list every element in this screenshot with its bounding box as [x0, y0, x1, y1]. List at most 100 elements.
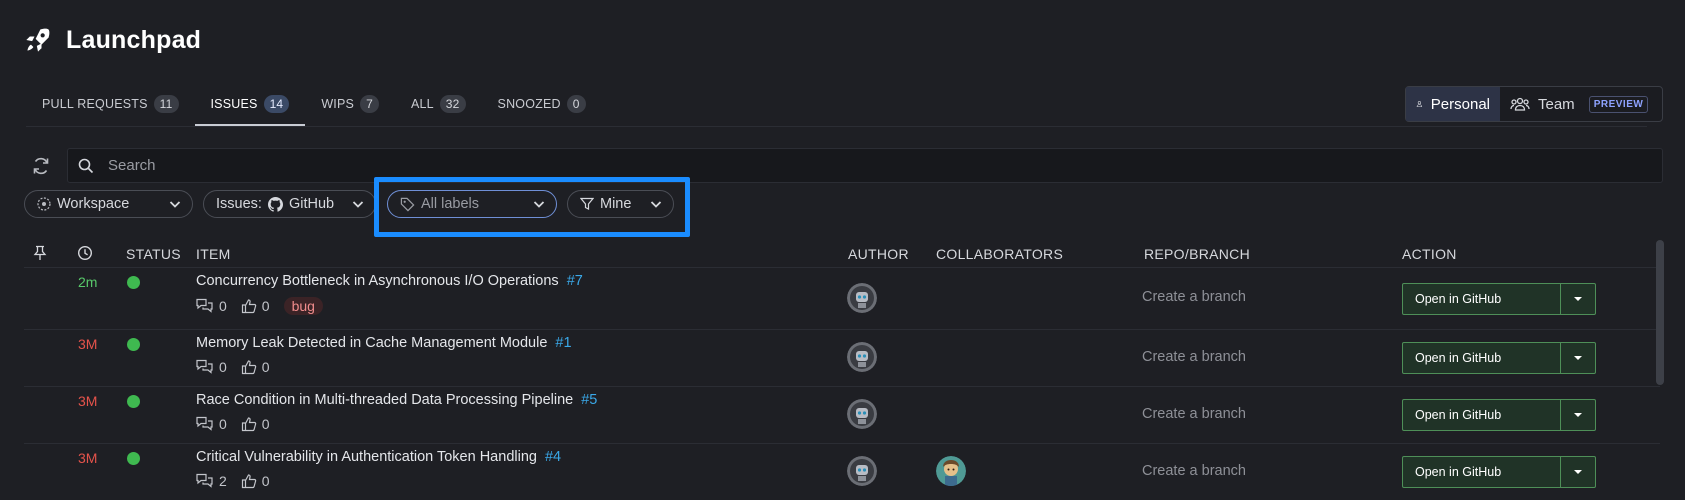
tab-count: 14 [263, 95, 290, 113]
item-age: 2m [78, 274, 98, 290]
col-repo-branch[interactable]: REPO/BRANCH [1144, 244, 1250, 264]
issues-label: Issues: [216, 196, 262, 212]
status-open-indicator [127, 452, 140, 465]
workspace-filter[interactable]: Workspace [24, 190, 193, 218]
tab-count: 0 [566, 95, 586, 113]
issues-source-label: GitHub [288, 196, 335, 212]
col-collaborators[interactable]: COLLABORATORS [936, 244, 1063, 264]
item-title-link[interactable]: Critical Vulnerability in Authentication… [196, 449, 561, 465]
tab-bar: PULL REQUESTS 11 ISSUES 14 WIPS 7 ALL 32… [26, 82, 602, 126]
item-number[interactable]: #5 [581, 392, 597, 408]
scope-switcher: Personal Team PREVIEW [1405, 86, 1663, 122]
item-title-link[interactable]: Race Condition in Multi-threaded Data Pr… [196, 392, 597, 408]
tab-label: SNOOZED [497, 97, 561, 111]
item-age: 3M [78, 393, 98, 409]
open-in-github-split-button: Open in GitHub [1402, 342, 1596, 374]
personal-label: Personal [1430, 95, 1490, 113]
item-meta: 0 0 [196, 359, 280, 375]
chevron-down-icon [650, 201, 662, 208]
item-age: 3M [78, 336, 98, 352]
tab-issues[interactable]: ISSUES 14 [194, 82, 306, 126]
preview-badge: PREVIEW [1588, 95, 1649, 113]
tabs-divider [26, 126, 1647, 127]
col-author[interactable]: AUTHOR [848, 244, 909, 264]
create-branch-link[interactable]: Create a branch [1142, 289, 1246, 305]
reaction-count: 0 [261, 359, 270, 375]
comments-icon [196, 298, 213, 313]
open-in-github-split-button: Open in GitHub [1402, 456, 1596, 488]
create-branch-link[interactable]: Create a branch [1142, 349, 1246, 365]
author-avatar[interactable] [847, 342, 877, 372]
app-title: Launchpad [66, 25, 202, 54]
chevron-down-icon [352, 201, 364, 208]
col-item[interactable]: ITEM [196, 244, 231, 264]
thumbs-up-icon [241, 299, 257, 314]
item-number[interactable]: #7 [567, 273, 583, 289]
col-status[interactable]: STATUS [126, 244, 181, 264]
thumbs-up-icon [241, 360, 257, 375]
tab-all[interactable]: ALL 32 [395, 82, 482, 126]
tab-pull-requests[interactable]: PULL REQUESTS 11 [26, 82, 195, 126]
search-box [67, 148, 1663, 183]
clock-icon[interactable] [77, 245, 93, 261]
user-icon [1416, 101, 1423, 108]
open-in-github-button[interactable]: Open in GitHub [1403, 457, 1561, 487]
thumbs-up-icon [241, 417, 257, 432]
workspace-label: Workspace [57, 196, 130, 212]
action-dropdown-button[interactable] [1561, 400, 1595, 430]
label-badge[interactable]: bug [283, 297, 323, 315]
create-branch-link[interactable]: Create a branch [1142, 406, 1246, 422]
mine-filter[interactable]: Mine [567, 190, 674, 218]
action-dropdown-button[interactable] [1561, 284, 1595, 314]
item-number[interactable]: #1 [555, 335, 571, 351]
tab-label: ISSUES [210, 97, 258, 111]
item-title-link[interactable]: Memory Leak Detected in Cache Management… [196, 335, 572, 351]
author-avatar[interactable] [847, 283, 877, 313]
status-open-indicator [127, 395, 140, 408]
item-meta: 2 0 [196, 473, 280, 489]
create-branch-link[interactable]: Create a branch [1142, 463, 1246, 479]
header-divider [24, 267, 1660, 268]
pin-icon[interactable] [33, 245, 47, 261]
chevron-down-icon [533, 201, 545, 208]
col-action[interactable]: ACTION [1402, 244, 1457, 264]
tab-wips[interactable]: WIPS 7 [305, 82, 395, 126]
labels-filter[interactable]: All labels [387, 190, 557, 218]
action-dropdown-button[interactable] [1561, 457, 1595, 487]
row-divider [24, 443, 1660, 444]
caret-down-icon [1574, 470, 1582, 474]
search-icon [78, 158, 94, 173]
row-divider [24, 386, 1660, 387]
chevron-down-icon [169, 201, 181, 208]
scrollbar-thumb[interactable] [1656, 240, 1664, 385]
comment-count: 0 [219, 416, 227, 432]
item-title-link[interactable]: Concurrency Bottleneck in Asynchronous I… [196, 273, 583, 289]
open-in-github-split-button: Open in GitHub [1402, 283, 1596, 315]
workspace-icon [37, 197, 51, 211]
team-button[interactable]: Team PREVIEW [1500, 87, 1658, 121]
action-dropdown-button[interactable] [1561, 343, 1595, 373]
open-in-github-button[interactable]: Open in GitHub [1403, 343, 1561, 373]
item-meta: 0 0 bug [196, 297, 323, 315]
open-in-github-button[interactable]: Open in GitHub [1403, 284, 1561, 314]
tab-snoozed[interactable]: SNOOZED 0 [482, 82, 602, 126]
comment-count: 2 [219, 473, 227, 489]
caret-down-icon [1574, 413, 1582, 417]
collaborator-avatar[interactable] [936, 456, 966, 486]
author-avatar[interactable] [847, 456, 877, 486]
search-input[interactable] [108, 157, 1652, 174]
comment-count: 0 [219, 359, 227, 375]
comments-icon [196, 473, 213, 488]
refresh-icon[interactable] [30, 155, 52, 177]
item-number[interactable]: #4 [545, 449, 561, 465]
personal-button[interactable]: Personal [1406, 87, 1500, 121]
author-avatar[interactable] [847, 399, 877, 429]
app-header: Launchpad [24, 22, 201, 58]
caret-down-icon [1574, 297, 1582, 301]
reaction-count: 0 [261, 473, 270, 489]
comment-count: 0 [219, 298, 227, 314]
item-age: 3M [78, 450, 98, 466]
issues-source-filter[interactable]: Issues: GitHub [203, 190, 376, 218]
tab-count: 11 [153, 95, 179, 113]
open-in-github-button[interactable]: Open in GitHub [1403, 400, 1561, 430]
